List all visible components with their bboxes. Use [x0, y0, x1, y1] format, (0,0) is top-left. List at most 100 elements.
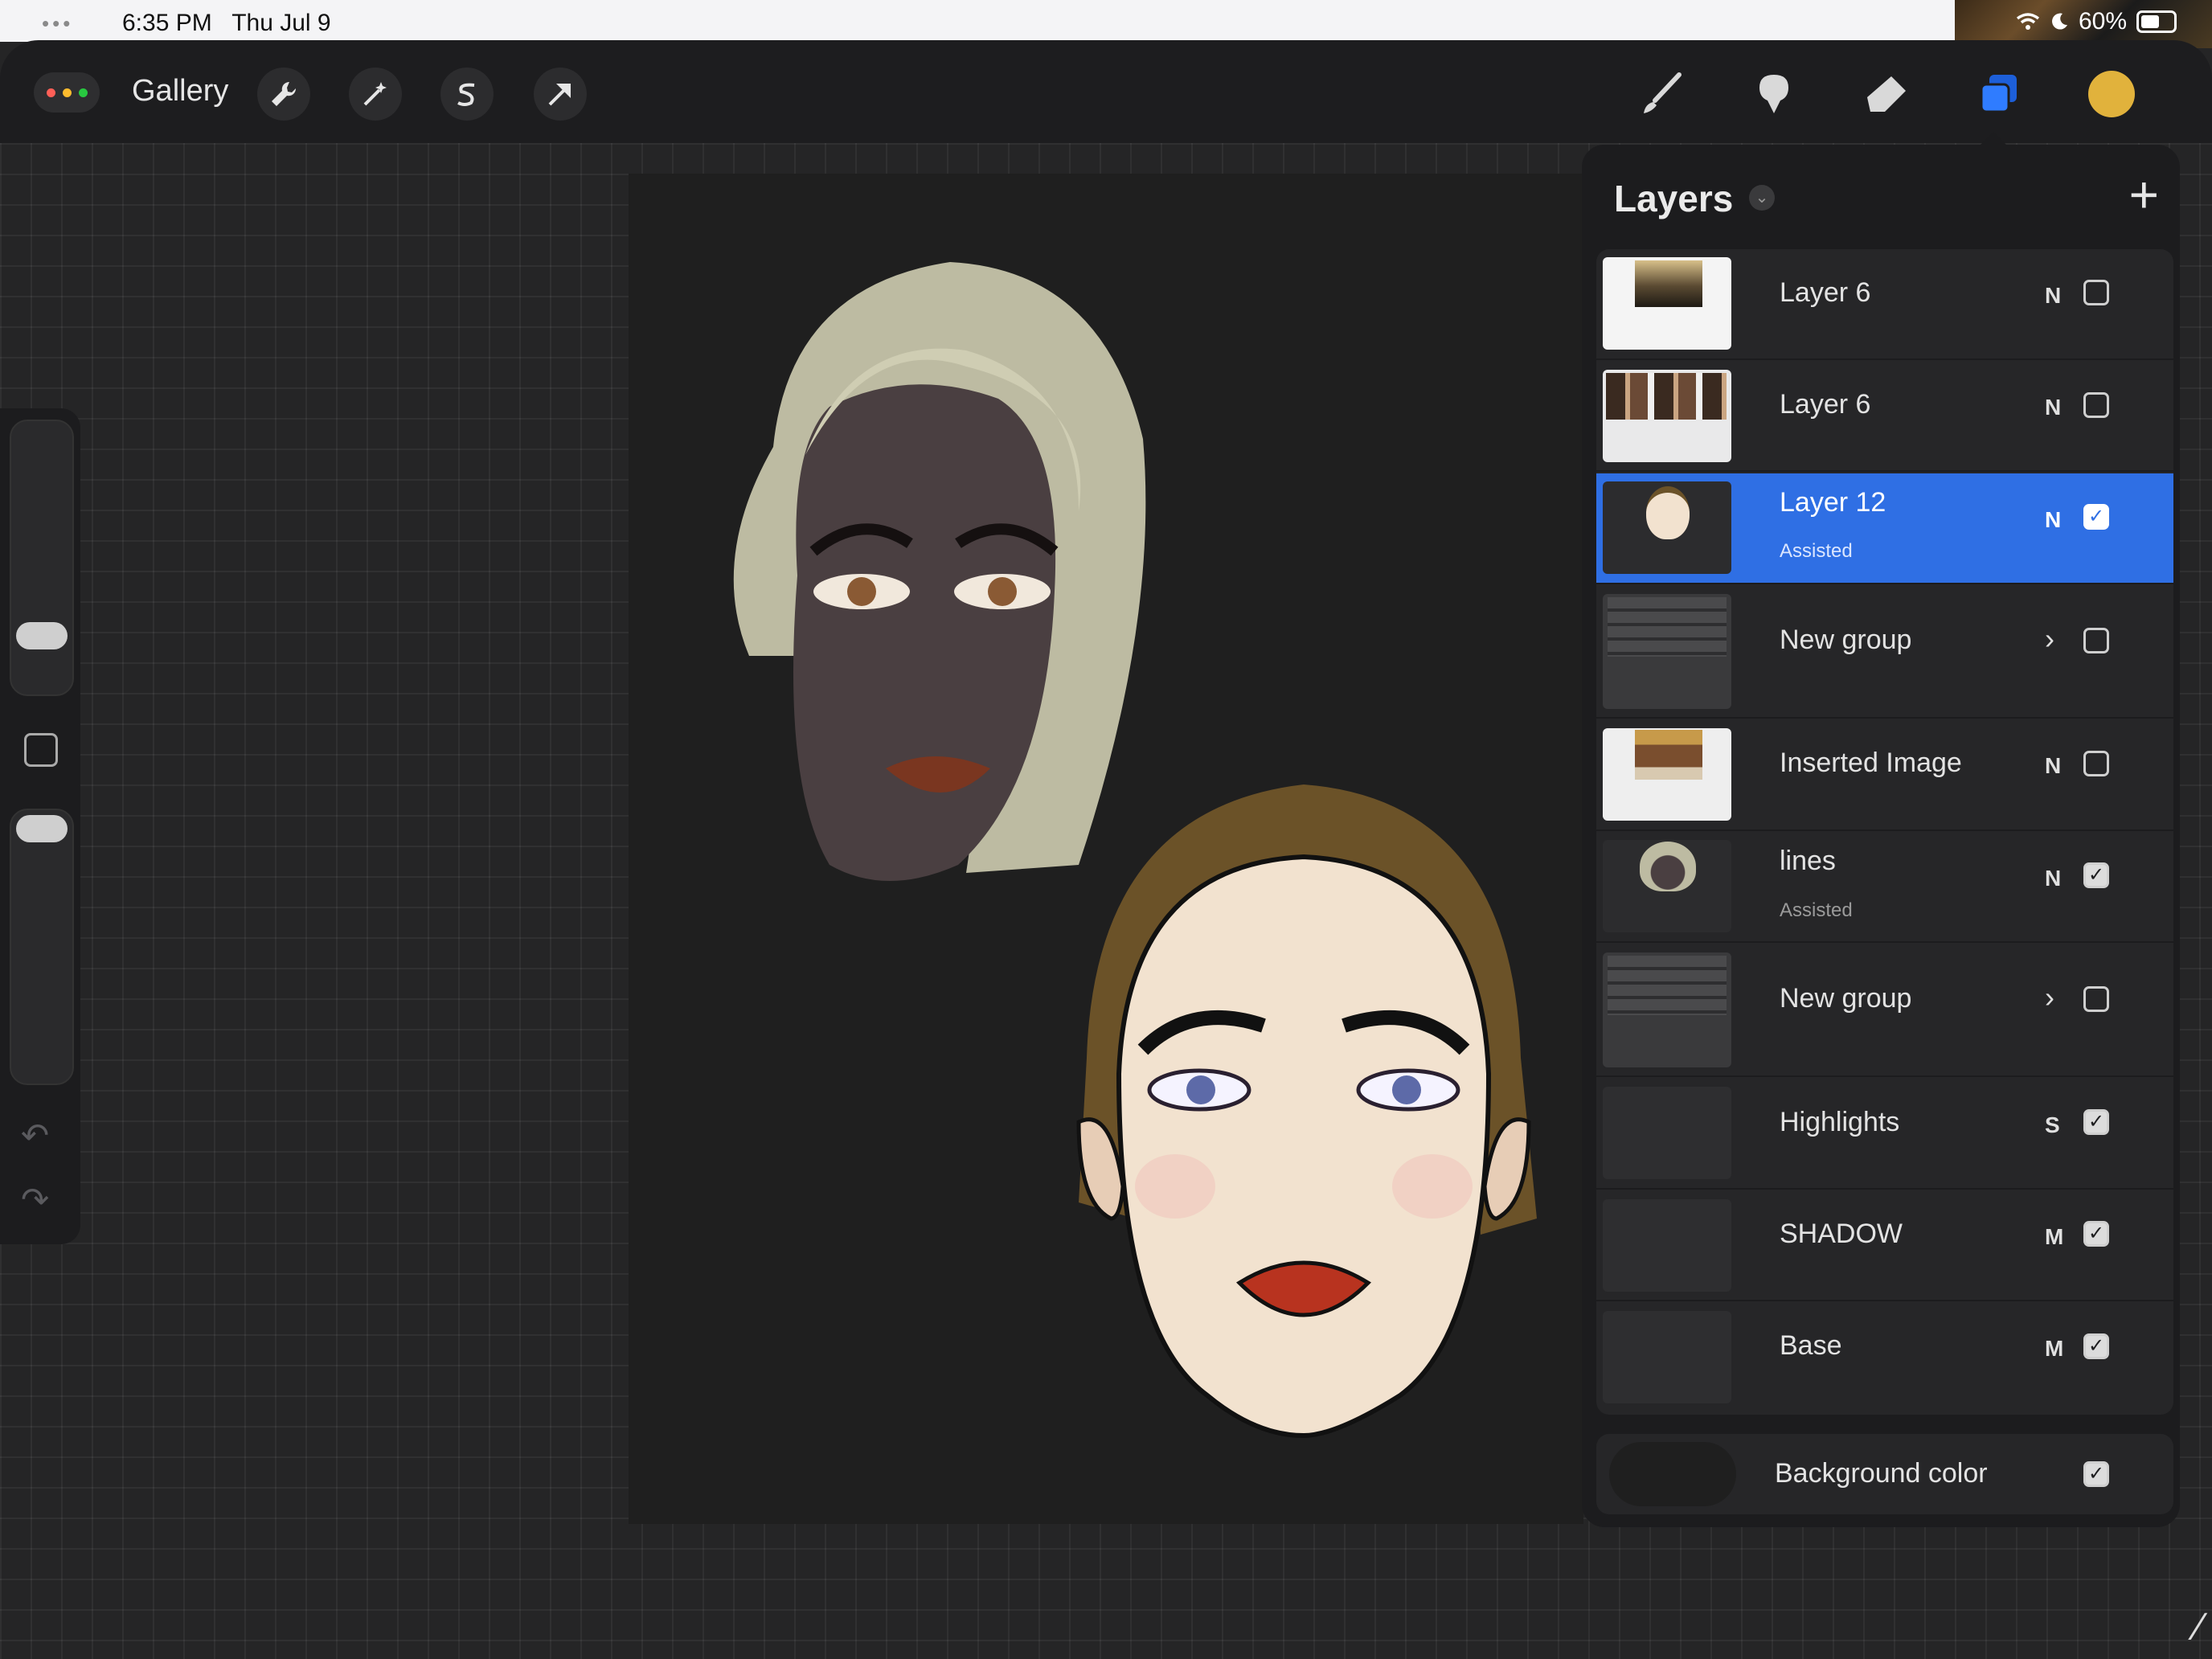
layer-row-new-group-2[interactable]: New group ›	[1596, 944, 2173, 1078]
blend-mode[interactable]: M	[2045, 1336, 2063, 1362]
layer-thumbnail	[1603, 593, 1731, 709]
layer-row-shadow[interactable]: SHADOW M ✓	[1596, 1190, 2173, 1302]
wrench-icon	[272, 81, 297, 106]
layer-name: Layer 12	[1780, 487, 1886, 518]
layers-button[interactable]	[1969, 64, 2029, 124]
layer-name: Inserted Image	[1780, 748, 1962, 779]
plus-icon: +	[2128, 166, 2159, 223]
modify-button[interactable]	[24, 733, 58, 767]
blend-mode[interactable]: M	[2045, 1224, 2063, 1250]
layers-title: Layers	[1614, 178, 1734, 219]
layer-row-new-group-1[interactable]: New group ›	[1596, 585, 2173, 719]
visibility-checkbox[interactable]	[2083, 391, 2109, 418]
visibility-checkbox[interactable]	[2083, 627, 2109, 653]
color-picker-button[interactable]	[2088, 71, 2135, 117]
visibility-checkbox[interactable]: ✓	[2083, 1109, 2109, 1136]
layer-name: Layer 6	[1780, 389, 1871, 420]
layer-thumbnail	[1603, 728, 1731, 821]
blend-mode[interactable]: S	[2045, 1112, 2060, 1138]
blend-mode[interactable]: N	[2045, 866, 2061, 891]
group-expand-chevron-icon[interactable]: ›	[2045, 981, 2054, 1014]
layer-row-lines[interactable]: lines Assisted N ✓	[1596, 832, 2173, 943]
visibility-checkbox[interactable]: ✓	[2083, 504, 2109, 530]
blend-mode[interactable]: N	[2045, 283, 2061, 309]
eraser-icon	[1867, 76, 1906, 112]
selection-s-icon	[457, 83, 475, 106]
panel-pointer	[1979, 132, 2008, 146]
layer-subtitle: Assisted	[1780, 540, 1853, 563]
top-toolbar: Gallery	[0, 40, 2212, 143]
status-time: 6:35 PM Thu Jul 9	[122, 10, 331, 37]
layer-thumbnail	[1603, 1198, 1731, 1292]
brush-icon	[1644, 72, 1682, 113]
visibility-checkbox[interactable]: ✓	[2083, 1333, 2109, 1359]
group-expand-chevron-icon[interactable]: ›	[2045, 622, 2054, 656]
smudge-button[interactable]	[1744, 64, 1804, 124]
layer-row-layer-6-b[interactable]: Layer 6 N	[1596, 361, 2173, 473]
layer-name: Highlights	[1780, 1106, 1900, 1137]
background-visibility-checkbox[interactable]: ✓	[2083, 1461, 2109, 1487]
blend-mode[interactable]: N	[2045, 395, 2061, 420]
pencil-icon: ⁄	[2195, 1606, 2202, 1649]
background-color-row[interactable]: Background color ✓	[1596, 1434, 2173, 1514]
opacity-handle[interactable]	[16, 815, 68, 842]
date-text: Thu Jul 9	[231, 10, 331, 36]
brush-size-slider[interactable]	[10, 420, 74, 696]
blend-mode[interactable]: N	[2045, 753, 2061, 779]
layer-name: SHADOW	[1780, 1218, 1903, 1249]
undo-icon[interactable]: ↶	[21, 1116, 49, 1155]
brush-size-handle[interactable]	[16, 622, 68, 649]
layer-name: New group	[1780, 983, 1912, 1014]
time-text: 6:35 PM	[122, 10, 212, 36]
transform-button[interactable]	[534, 68, 587, 121]
face-illustration-1	[733, 262, 1146, 881]
layer-thumbnail	[1603, 1087, 1731, 1180]
blend-mode[interactable]: N	[2045, 507, 2061, 533]
window-menu-button[interactable]	[34, 72, 100, 113]
redo-icon[interactable]: ↷	[21, 1180, 49, 1219]
moon-icon	[2051, 13, 2067, 30]
layer-name: Base	[1780, 1330, 1842, 1362]
status-bar: ••• 6:35 PM Thu Jul 9	[0, 0, 2212, 42]
status-right: 60%	[2016, 8, 2177, 35]
adjustments-button[interactable]	[349, 68, 402, 121]
face-illustration-2	[1076, 784, 1537, 1439]
artboard[interactable]	[629, 174, 1583, 1524]
background-label: Background color	[1775, 1458, 1988, 1489]
visibility-checkbox[interactable]: ✓	[2083, 1221, 2109, 1247]
layers-panel: Layers ⌄ + Layer 6 N Layer 6 N Layer 12	[1582, 132, 2180, 1527]
layer-subtitle: Assisted	[1780, 899, 1853, 921]
layer-name: Layer 6	[1780, 276, 1871, 308]
layer-thumbnail	[1603, 257, 1731, 350]
brush-button[interactable]	[1632, 64, 1691, 124]
wifi-icon	[2016, 13, 2040, 30]
left-sidebar: ↶ ↷	[0, 408, 80, 1244]
opacity-slider[interactable]	[10, 809, 74, 1085]
transform-arrow-icon	[548, 84, 571, 106]
layers-icon	[1980, 75, 2017, 113]
eraser-button[interactable]	[1857, 64, 1916, 124]
actions-button[interactable]	[257, 68, 310, 121]
visibility-checkbox[interactable]	[2083, 750, 2109, 776]
layers-options-chevron-icon[interactable]: ⌄	[1749, 185, 1775, 211]
multitask-dots[interactable]: •••	[42, 11, 73, 36]
background-swatch[interactable]	[1609, 1442, 1736, 1506]
layer-thumbnail	[1603, 1311, 1731, 1404]
layer-name: New group	[1780, 625, 1912, 656]
layer-list: Layer 6 N Layer 6 N Layer 12 Assisted N …	[1596, 249, 2173, 1415]
visibility-checkbox[interactable]: ✓	[2083, 862, 2109, 889]
smudge-icon	[1759, 75, 1788, 113]
layer-row-highlights[interactable]: Highlights S ✓	[1596, 1079, 2173, 1190]
layer-row-layer-12[interactable]: Layer 12 Assisted N ✓	[1596, 473, 2173, 584]
battery-icon	[2136, 10, 2177, 33]
selection-button[interactable]	[440, 68, 494, 121]
add-layer-button[interactable]: +	[2129, 169, 2159, 220]
magic-wand-icon	[363, 82, 387, 106]
visibility-checkbox[interactable]	[2083, 280, 2109, 306]
gallery-button[interactable]: Gallery	[132, 74, 228, 109]
visibility-checkbox[interactable]	[2083, 985, 2109, 1012]
layer-row-inserted-image[interactable]: Inserted Image N	[1596, 720, 2173, 831]
layer-row-layer-6-a[interactable]: Layer 6 N	[1596, 249, 2173, 360]
layer-thumbnail	[1603, 952, 1731, 1067]
layer-row-base[interactable]: Base M ✓	[1596, 1303, 2173, 1412]
